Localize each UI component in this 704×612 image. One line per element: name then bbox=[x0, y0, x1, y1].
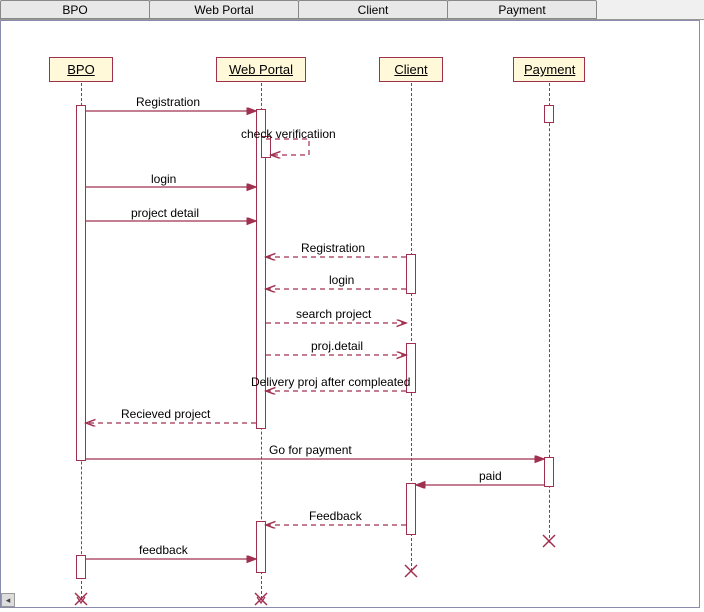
tab-payment[interactable]: Payment bbox=[447, 0, 597, 19]
msg-delivery: Delivery proj after compleated bbox=[251, 375, 410, 389]
msg-login-2: login bbox=[329, 273, 354, 287]
msg-login-1: login bbox=[151, 172, 176, 186]
msg-proj-detail: proj.detail bbox=[311, 339, 363, 353]
diagram-canvas[interactable]: BPO Web Portal Client Payment bbox=[0, 20, 700, 608]
tab-bpo[interactable]: BPO bbox=[0, 0, 150, 19]
msg-feedback-2: feedback bbox=[139, 543, 188, 557]
msg-registration-1: Registration bbox=[136, 95, 200, 109]
msg-check-verification: check verificatiion bbox=[241, 127, 336, 141]
scroll-left-button[interactable]: ◂ bbox=[1, 593, 15, 607]
msg-paid: paid bbox=[479, 469, 502, 483]
tab-webportal[interactable]: Web Portal bbox=[149, 0, 299, 19]
msg-registration-2: Registration bbox=[301, 241, 365, 255]
msg-received-project: Recieved project bbox=[121, 407, 210, 421]
tab-bar: BPO Web Portal Client Payment bbox=[0, 0, 704, 20]
msg-feedback-1: Feedback bbox=[309, 509, 362, 523]
tab-client[interactable]: Client bbox=[298, 0, 448, 19]
msg-project-detail: project detail bbox=[131, 206, 199, 220]
msg-search-project: search project bbox=[296, 307, 371, 321]
msg-go-for-payment: Go for payment bbox=[269, 443, 352, 457]
